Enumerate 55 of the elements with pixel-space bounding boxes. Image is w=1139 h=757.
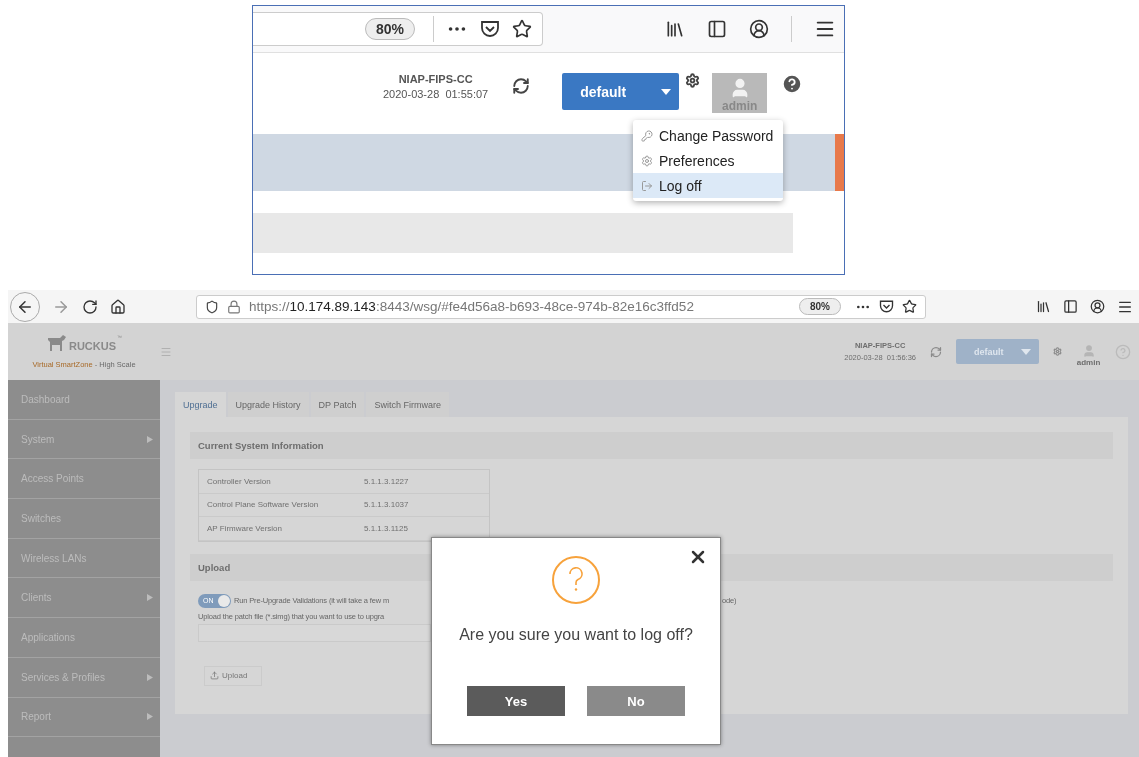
shield-icon: [205, 299, 219, 314]
tab[interactable]: Upgrade History: [227, 392, 309, 417]
table-cell-text: Control Plane Software Version: [207, 500, 320, 510]
table-cell: 5.1.1.3.1037: [364, 500, 409, 510]
yes-button[interactable]: Yes: [467, 686, 565, 716]
user-name: admin: [1076, 357, 1101, 367]
key-icon: [641, 129, 653, 142]
upload-icon: [210, 671, 219, 680]
library-icon[interactable]: [1036, 299, 1051, 314]
date-time: 2020-03-28 01:55:07: [383, 88, 489, 100]
reload-icon[interactable]: [82, 298, 98, 315]
caret-icon: [661, 88, 672, 95]
lock-warning-icon: [227, 299, 241, 314]
domain-dropdown[interactable]: default: [956, 339, 1039, 364]
file-input-field[interactable]: [198, 623, 431, 642]
url-bar[interactable]: https://10.174.89.143:8443/wsg/#fe4d56a8-b693-48ce-974b-82e16c3ffd52 80%: [196, 294, 926, 319]
tab[interactable]: Switch Firmware: [366, 392, 449, 417]
brand-name: RUCKUS: [68, 340, 117, 352]
settings-icon[interactable]: [685, 73, 701, 88]
pocket-icon[interactable]: [480, 19, 500, 39]
caret-icon: [1021, 348, 1031, 355]
menu-item[interactable]: Change Password: [633, 123, 783, 148]
tab[interactable]: DP Patch: [310, 392, 365, 417]
table-cell-text: Controller Version: [207, 476, 272, 486]
url-text: https://10.174.89.143:8443/wsg/#fe4d56a8-b693-48ce-974b-82e16c3ffd52: [249, 299, 694, 314]
tab[interactable]: Upgrade: [175, 392, 226, 417]
pocket-icon[interactable]: [879, 299, 894, 314]
sidebar-icon[interactable]: [1063, 299, 1078, 314]
table-cell: 5.1.1.3.1227: [364, 476, 409, 486]
refresh-icon[interactable]: [512, 77, 531, 95]
dog-logo-icon: [45, 334, 68, 352]
section-header: Current System Information: [190, 432, 1113, 459]
zoom-level[interactable]: 80%: [364, 18, 415, 40]
table-cell-text: AP Firmware Version: [207, 523, 283, 533]
exit-icon: [641, 179, 653, 192]
library-icon[interactable]: [665, 19, 685, 39]
table-cell: 5.1.1.3.1125: [364, 523, 408, 533]
menu-item[interactable]: Preferences: [633, 148, 783, 173]
account-icon[interactable]: [749, 19, 769, 39]
question-icon: [552, 556, 600, 604]
no-button[interactable]: No: [587, 686, 685, 716]
scroll-strip: [835, 134, 844, 191]
domain-dropdown[interactable]: default: [562, 73, 680, 110]
user-icon: [1081, 343, 1096, 358]
sidebar-icon[interactable]: [707, 19, 727, 39]
star-icon[interactable]: [902, 299, 917, 314]
dialog-message: Are you sure you want to log off?: [459, 626, 693, 644]
account-icon[interactable]: [1090, 299, 1105, 314]
gear-icon: [641, 154, 653, 167]
home-icon[interactable]: [110, 298, 126, 315]
system-name: NIAP-FIPS-CC: [398, 73, 473, 85]
star-icon[interactable]: [512, 19, 532, 39]
zoom-level[interactable]: 80%: [799, 298, 841, 315]
menu-item[interactable]: Log off: [633, 173, 783, 198]
upload-button[interactable]: Upload: [204, 665, 262, 686]
